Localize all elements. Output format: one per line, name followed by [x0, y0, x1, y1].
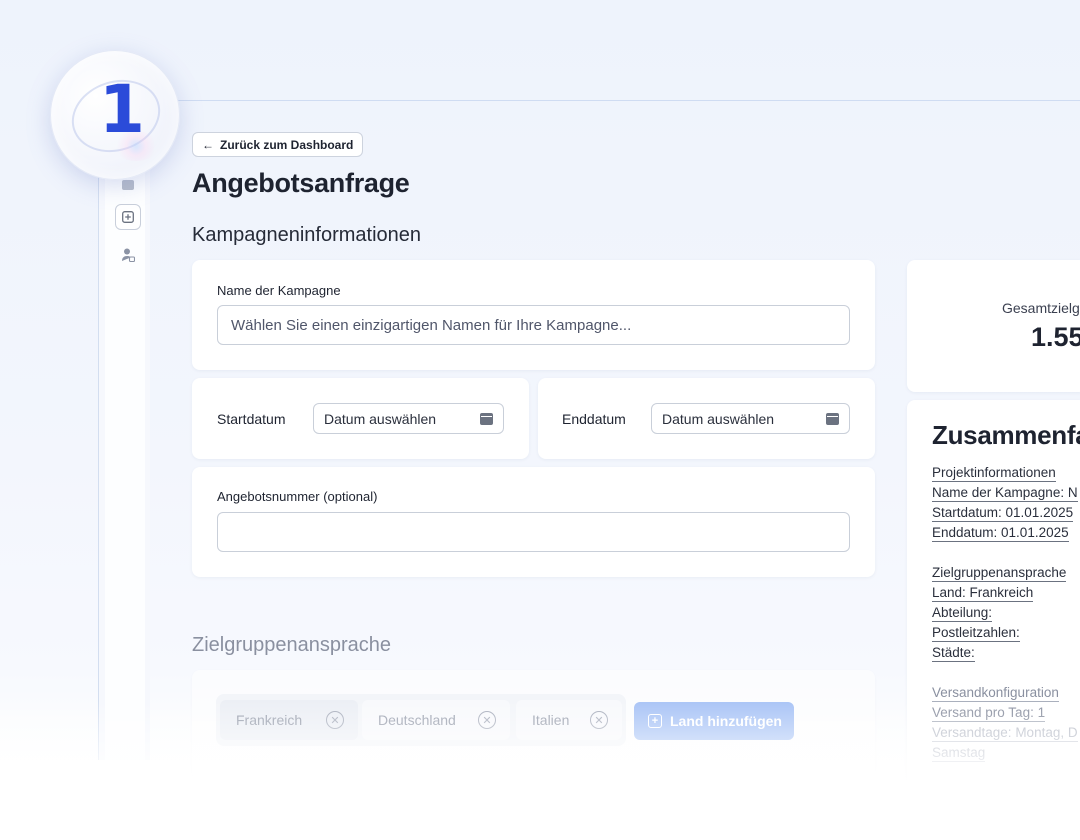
- sidebar-strip: [105, 100, 145, 760]
- summary-end-date[interactable]: Enddatum: 01.01.2025: [932, 524, 1069, 542]
- country-chip-label: Deutschland: [378, 712, 456, 728]
- summary-department[interactable]: Abteilung:: [932, 604, 993, 622]
- campaign-name-card: Name der Kampagne Wählen Sie einen einzi…: [192, 260, 875, 370]
- summary-saturday[interactable]: Samstag: [932, 744, 986, 762]
- end-date-label: Enddatum: [562, 411, 626, 427]
- start-date-picker[interactable]: Datum auswählen: [313, 403, 504, 434]
- summary-targeting-heading[interactable]: Zielgruppenansprache: [932, 564, 1067, 582]
- back-button-label: Zurück zum Dashboard: [220, 137, 354, 152]
- summary-per-day[interactable]: Versand pro Tag: 1: [932, 704, 1046, 722]
- end-date-card: Enddatum Datum auswählen: [538, 378, 875, 459]
- start-date-label: Startdatum: [217, 411, 286, 427]
- country-chip[interactable]: Italien ✕: [516, 700, 622, 740]
- start-date-value: Datum auswählen: [324, 410, 437, 427]
- stats-value: 1.55: [1031, 322, 1080, 352]
- stats-card: Gesamtzielg 1.55: [907, 260, 1080, 392]
- campaign-section-title: Kampagneninformationen: [192, 224, 422, 246]
- header-divider: [98, 100, 1080, 101]
- offer-number-label: Angebotsnummer (optional): [217, 489, 378, 504]
- back-to-dashboard-button[interactable]: ← Zurück zum Dashboard: [192, 132, 364, 157]
- end-date-picker[interactable]: Datum auswählen: [651, 403, 850, 434]
- summary-title: Zusammenfa: [932, 420, 1080, 450]
- summary-shipping-days[interactable]: Versandtage: Montag, D: [932, 724, 1078, 742]
- country-chip[interactable]: Frankreich ✕: [220, 700, 358, 740]
- country-chip-label: Italien: [532, 712, 570, 728]
- summary-campaign-name[interactable]: Name der Kampagne: N: [932, 484, 1078, 502]
- summary-project-heading[interactable]: Projektinformationen: [932, 464, 1056, 482]
- summary-card: Zusammenfa Projektinformationen Name der…: [907, 400, 1080, 840]
- add-request-icon[interactable]: [115, 204, 141, 230]
- summary-shipping-heading[interactable]: Versandkonfiguration: [932, 684, 1059, 702]
- step-number: 1: [99, 71, 145, 148]
- start-date-card: Startdatum Datum auswählen: [192, 378, 529, 459]
- summary-cities[interactable]: Städte:: [932, 644, 975, 662]
- arrow-left-icon: ←: [202, 137, 214, 152]
- campaign-name-input[interactable]: Wählen Sie einen einzigartigen Namen für…: [217, 305, 850, 345]
- summary-country[interactable]: Land: Frankreich: [932, 584, 1034, 602]
- calendar-icon: [480, 412, 493, 425]
- country-chip-group: Frankreich ✕ Deutschland ✕ Italien ✕: [216, 694, 626, 746]
- plus-icon: +: [648, 714, 662, 728]
- calendar-icon: [826, 412, 839, 425]
- stats-label: Gesamtzielg: [1002, 300, 1080, 316]
- country-chip-label: Frankreich: [236, 712, 303, 728]
- offer-number-input[interactable]: [217, 512, 850, 552]
- summary-zip-codes[interactable]: Postleitzahlen:: [932, 624, 1020, 642]
- user-settings-icon[interactable]: [115, 242, 141, 268]
- step-indicator: 1: [50, 50, 180, 180]
- remove-icon[interactable]: ✕: [478, 711, 496, 729]
- end-date-value: Datum auswählen: [662, 410, 775, 427]
- remove-icon[interactable]: ✕: [326, 711, 344, 729]
- add-country-button[interactable]: + Land hinzufügen: [634, 702, 794, 740]
- sidebar: [98, 100, 150, 760]
- country-chip[interactable]: Deutschland ✕: [362, 700, 510, 740]
- targeting-section-title: Zielgruppenansprache: [192, 634, 392, 656]
- campaign-name-label: Name der Kampagne: [217, 283, 341, 298]
- remove-icon[interactable]: ✕: [590, 711, 608, 729]
- add-country-label: Land hinzufügen: [670, 713, 782, 729]
- summary-start-date[interactable]: Startdatum: 01.01.2025: [932, 504, 1074, 522]
- offer-number-card: Angebotsnummer (optional): [192, 467, 875, 577]
- page-title: Angebotsanfrage: [192, 168, 410, 198]
